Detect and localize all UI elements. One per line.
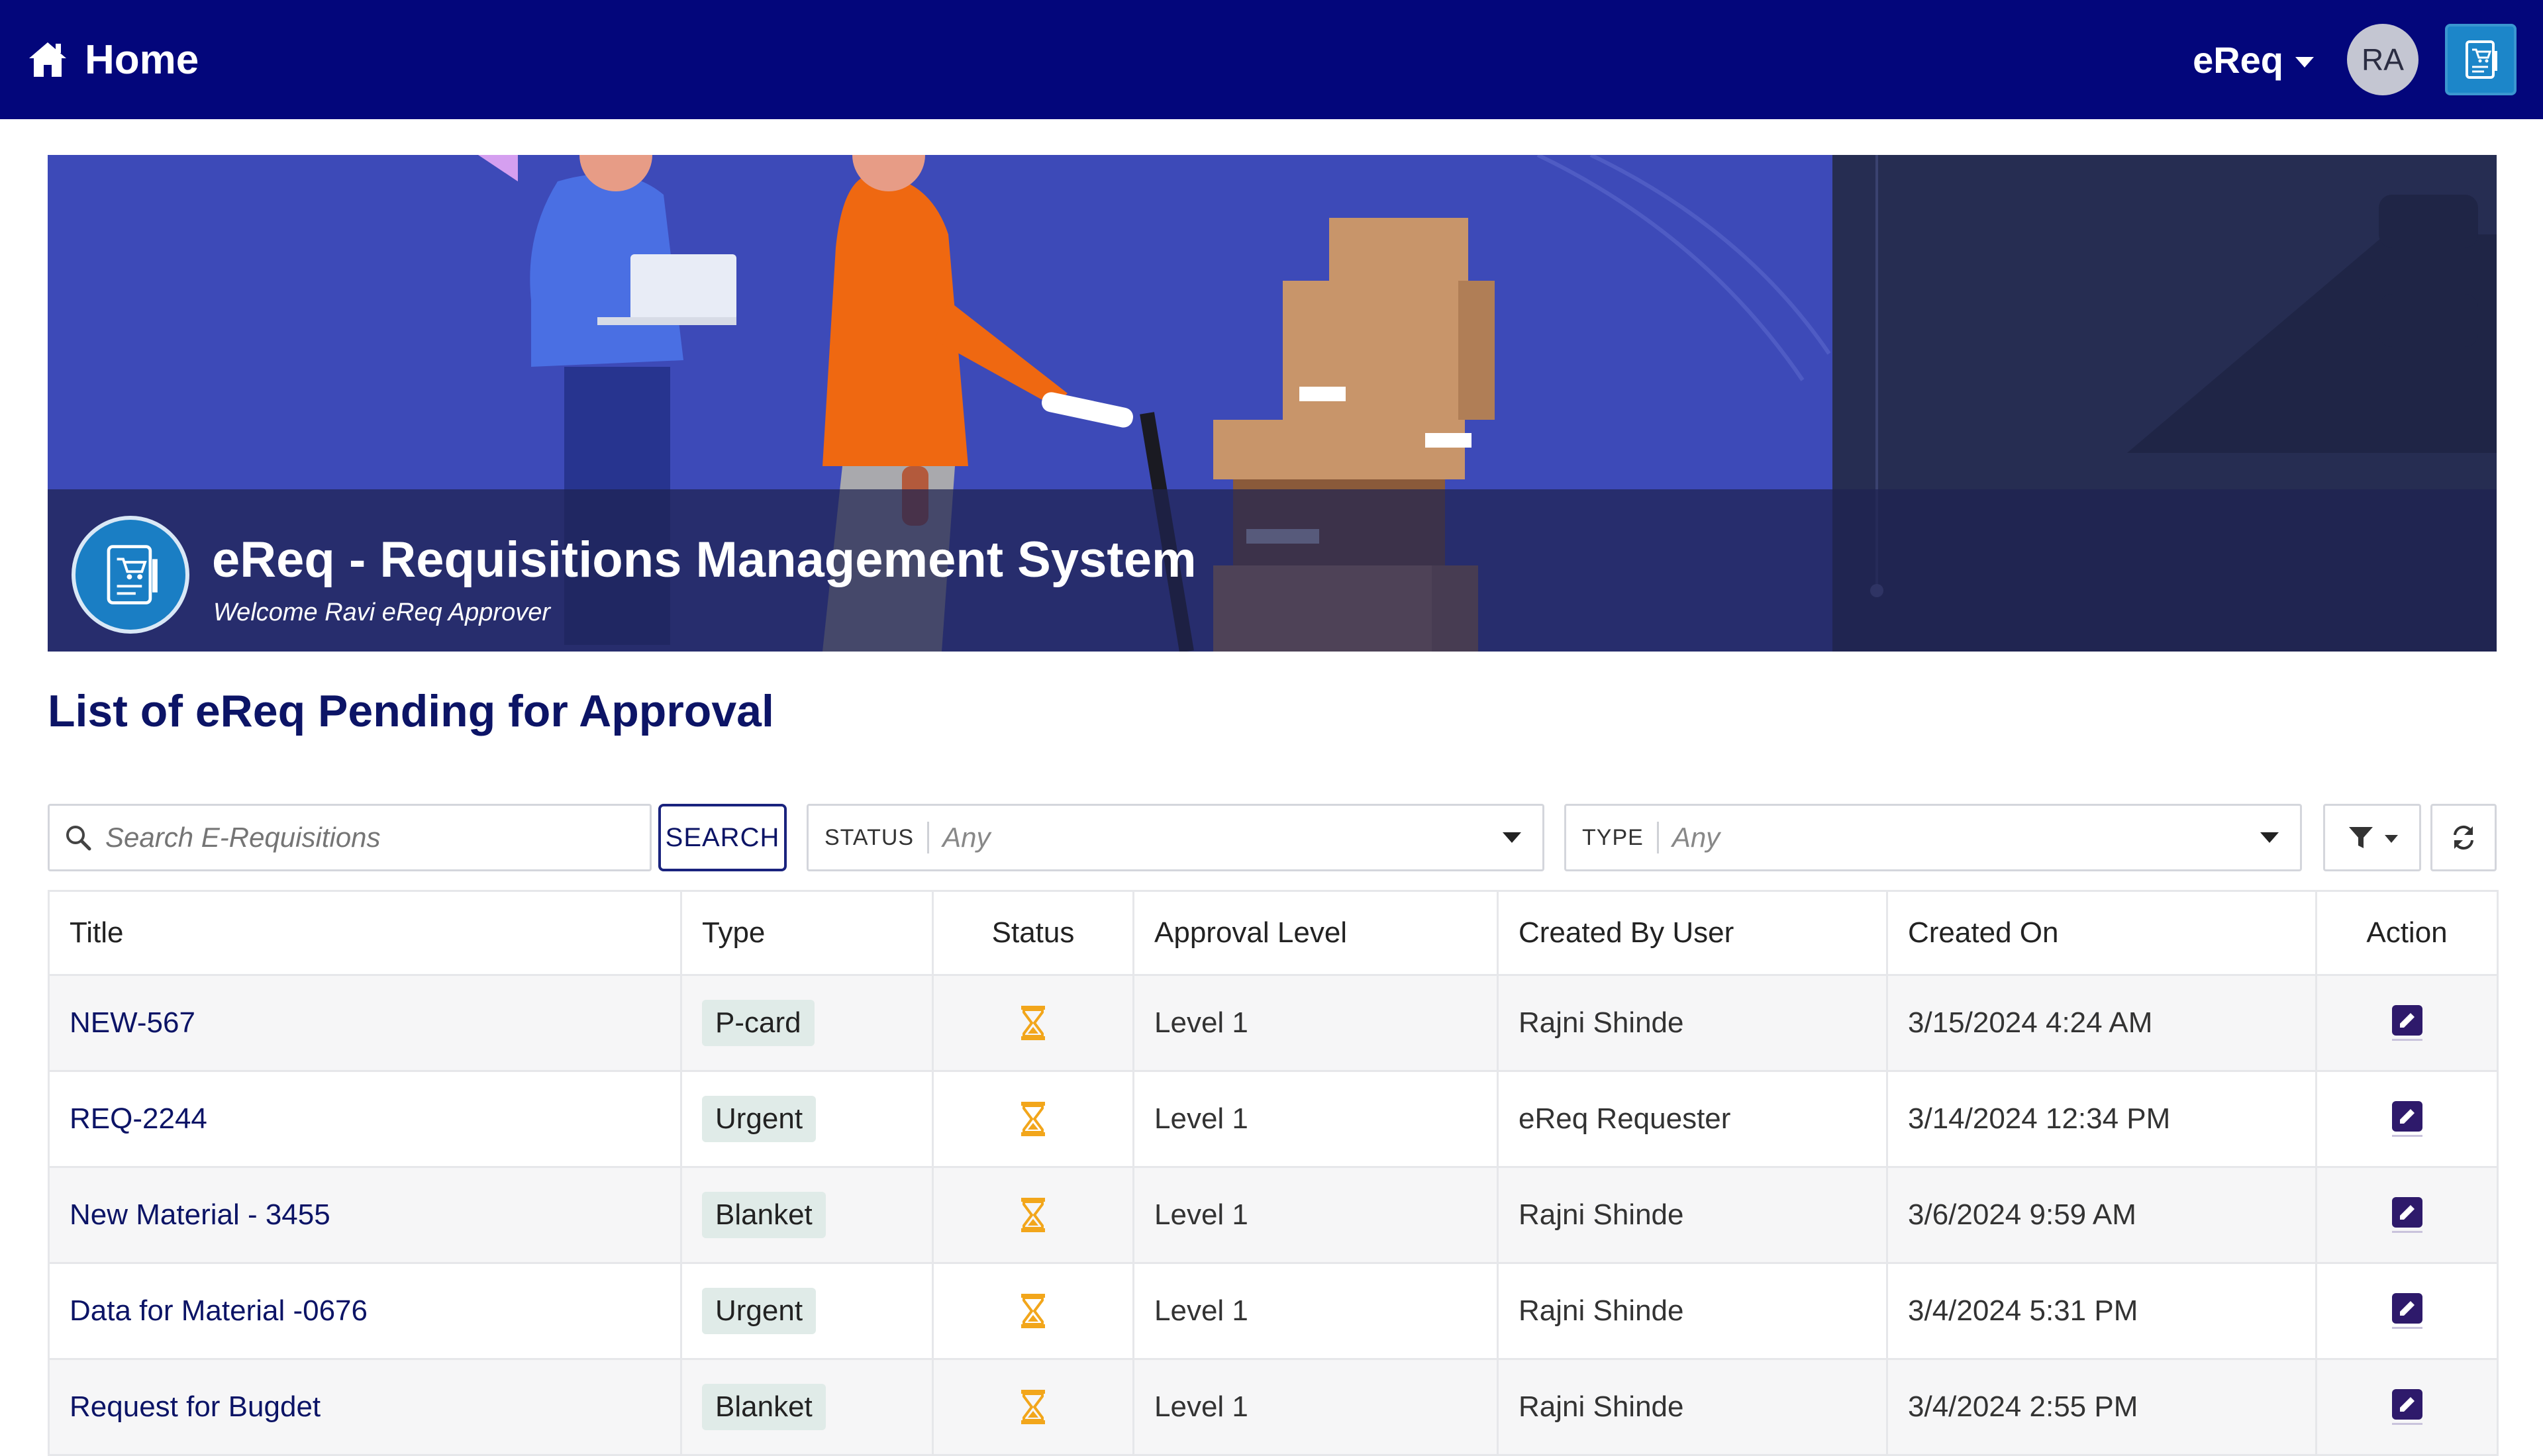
filter-menu-button[interactable] [2323,804,2421,871]
edit-icon[interactable] [2391,1196,2424,1234]
created-by-cell: eReq Requester [1497,1071,1888,1168]
created-by-cell: Rajni Shinde [1497,975,1888,1072]
home-link[interactable]: Home [26,36,199,83]
top-navigation-bar: Home eReq RA [0,0,2543,119]
column-header-action: Action [2316,891,2499,976]
created-by-cell: Rajni Shinde [1497,1263,1888,1360]
created-on-cell: 3/15/2024 4:24 AM [1887,975,2317,1072]
approval-level-cell: Level 1 [1133,975,1499,1072]
search-button[interactable]: SEARCH [658,804,787,871]
type-badge: Blanket [702,1192,826,1238]
table-row: Data for Material -0676 Urgent Level 1 R… [48,1263,2499,1360]
home-icon [29,42,66,77]
requisitions-table: Title Type Status Approval Level Created… [48,890,2499,1456]
chevron-down-icon [2295,57,2314,68]
type-filter-dropdown[interactable]: TYPE Any [1564,804,2302,871]
table-header-row: Title Type Status Approval Level Created… [48,891,2499,976]
app-menu-dropdown[interactable]: eReq [2193,38,2314,81]
app-menu-label: eReq [2193,38,2283,81]
edit-icon[interactable] [2391,1292,2424,1330]
edit-icon[interactable] [2391,1004,2424,1042]
hourglass-icon [1021,1198,1045,1232]
app-logo-icon [2445,24,2517,95]
edit-icon[interactable] [2391,1388,2424,1426]
type-filter-label: TYPE [1582,824,1644,850]
requisition-title-link[interactable]: REQ-2244 [70,1102,207,1135]
hourglass-icon [1021,1102,1045,1136]
user-avatar[interactable]: RA [2347,24,2418,95]
chevron-down-icon [1503,832,1521,843]
filter-icon [2349,827,2373,848]
search-input[interactable] [104,821,623,854]
hero-subtitle: Welcome Ravi eReq Approver [213,599,550,626]
hourglass-icon [1021,1006,1045,1040]
created-on-cell: 3/6/2024 9:59 AM [1887,1167,2317,1264]
requisition-title-link[interactable]: Request for Bugdet [70,1390,321,1423]
hourglass-icon [1021,1390,1045,1424]
approval-level-cell: Level 1 [1133,1167,1499,1264]
type-badge: P-card [702,1000,815,1046]
type-badge: Blanket [702,1384,826,1430]
edit-icon[interactable] [2391,1100,2424,1138]
column-header-type[interactable]: Type [681,891,934,976]
table-row: New Material - 3455 Blanket Level 1 Rajn… [48,1167,2499,1264]
status-filter-label: STATUS [824,824,915,850]
requisition-title-link[interactable]: New Material - 3455 [70,1198,330,1231]
hero-title: eReq - Requisitions Management System [212,532,1197,588]
search-icon [66,826,91,851]
list-toolbar: SEARCH STATUS Any TYPE Any [48,804,2497,871]
table-row: REQ-2244 Urgent Level 1 eReq Requester 3… [48,1071,2499,1168]
divider [927,822,930,853]
approval-level-cell: Level 1 [1133,1071,1499,1168]
chevron-down-icon [2385,835,2398,843]
refresh-icon [2454,825,2473,850]
divider [1656,822,1659,853]
type-badge: Urgent [702,1096,817,1142]
column-header-created-on[interactable]: Created On [1887,891,2317,976]
created-on-cell: 3/4/2024 5:31 PM [1887,1263,2317,1360]
hero-banner: eReq - Requisitions Management System We… [48,155,2497,652]
created-by-cell: Rajni Shinde [1497,1359,1888,1456]
ereq-logo-icon [72,516,189,634]
status-filter-dropdown[interactable]: STATUS Any [807,804,1544,871]
created-by-cell: Rajni Shinde [1497,1167,1888,1264]
table-row: NEW-567 P-card Level 1 Rajni Shinde 3/15… [48,975,2499,1072]
table-body: NEW-567 P-card Level 1 Rajni Shinde 3/15… [48,975,2499,1456]
hourglass-icon [1021,1294,1045,1328]
requisition-title-link[interactable]: Data for Material -0676 [70,1294,368,1327]
type-badge: Urgent [702,1288,817,1334]
search-box [48,804,652,871]
column-header-title[interactable]: Title [48,891,682,976]
table-row: Request for Bugdet Blanket Level 1 Rajni… [48,1359,2499,1456]
requisition-title-link[interactable]: NEW-567 [70,1006,195,1039]
page-title: List of eReq Pending for Approval [48,686,774,736]
approval-level-cell: Level 1 [1133,1263,1499,1360]
top-right-controls: eReq RA [2193,24,2517,95]
home-label: Home [85,36,199,83]
chevron-down-icon [2260,832,2279,843]
type-filter-value: Any [1671,822,1720,853]
column-header-created-by[interactable]: Created By User [1497,891,1888,976]
column-header-status[interactable]: Status [932,891,1134,976]
status-filter-value: Any [942,822,991,853]
refresh-button[interactable] [2430,804,2497,871]
approval-level-cell: Level 1 [1133,1359,1499,1456]
created-on-cell: 3/14/2024 12:34 PM [1887,1071,2317,1168]
created-on-cell: 3/4/2024 2:55 PM [1887,1359,2317,1456]
column-header-approval-level[interactable]: Approval Level [1133,891,1499,976]
